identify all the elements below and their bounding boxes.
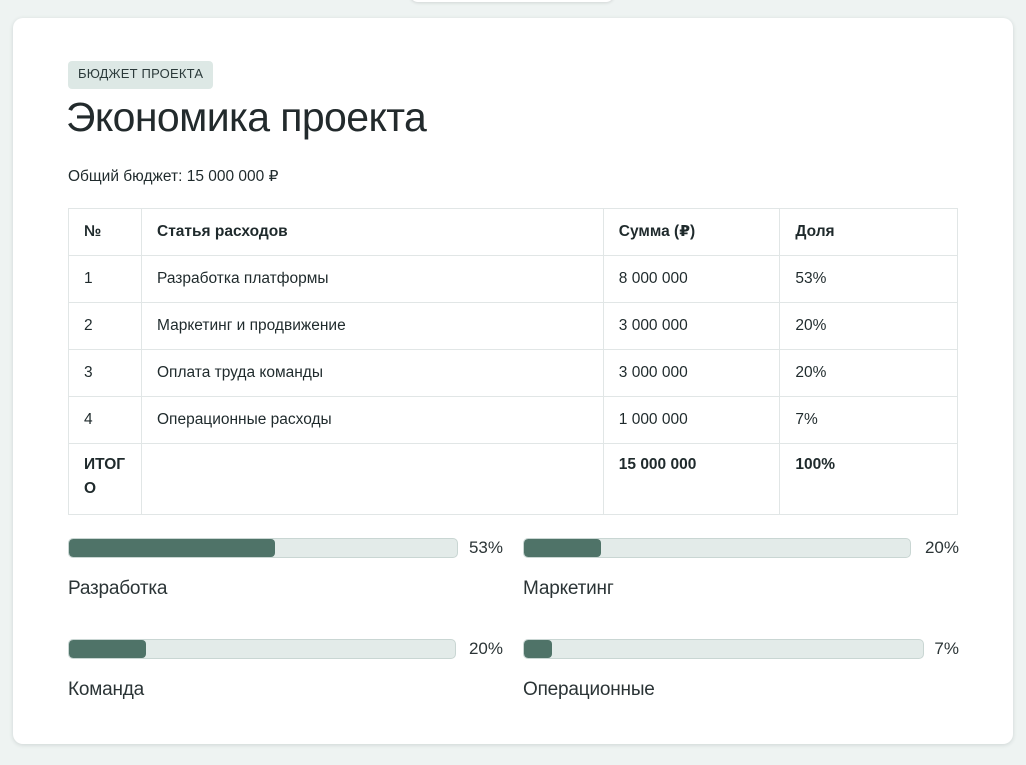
column-header-number: № [68, 208, 142, 256]
row-share: 20% [779, 349, 958, 397]
bar-percent: 20% [468, 639, 503, 658]
top-tab-edge [410, 0, 614, 2]
row-item: Оплата труда команды [141, 349, 604, 397]
row-sum: 3 000 000 [602, 302, 781, 350]
bar-fill [69, 539, 275, 557]
total-label: ИТОГО [84, 456, 126, 497]
bar-fill [524, 640, 552, 658]
row-sum: 1 000 000 [602, 396, 781, 444]
row-item: Операционные расходы [141, 396, 604, 444]
bar-track [523, 639, 924, 659]
bar-fill [69, 640, 147, 658]
budget-table: № Статья расходов Сумма (₽) Доля 1 Разра… [68, 208, 958, 515]
bar-marketing: 20% Маркетинг [523, 538, 959, 608]
row-share: 20% [779, 302, 958, 350]
page-title: Экономика проекта [66, 94, 427, 140]
row-share: 53% [779, 255, 958, 303]
bar-label: Разработка [68, 578, 168, 599]
bar-operations: 7% Операционные [523, 639, 959, 709]
budget-card: БЮДЖЕТ ПРОЕКТА Экономика проекта Общий б… [13, 18, 1013, 744]
row-share: 7% [779, 396, 958, 444]
row-number: 1 [68, 255, 142, 303]
bar-label: Маркетинг [523, 578, 614, 599]
total-row: ИТОГО 15 000 000 100% [68, 443, 958, 515]
table-row: 3 Оплата труда команды 3 000 000 20% [68, 349, 958, 397]
bar-percent: 20% [924, 538, 959, 557]
bar-team: 20% Команда [68, 639, 503, 709]
bar-label: Команда [68, 679, 145, 700]
row-sum: 3 000 000 [602, 349, 781, 397]
section-badge: БЮДЖЕТ ПРОЕКТА [68, 61, 214, 89]
bar-percent: 7% [934, 639, 959, 658]
total-sum: 15 000 000 [602, 443, 781, 515]
bar-percent: 53% [468, 538, 503, 557]
row-item: Маркетинг и продвижение [141, 302, 604, 350]
bar-track [68, 639, 456, 659]
row-item: Разработка платформы [141, 255, 604, 303]
column-header-share: Доля [779, 208, 958, 256]
total-label-cell: ИТОГО [68, 443, 142, 515]
total-share: 100% [779, 443, 958, 515]
bar-fill [524, 539, 602, 557]
table-row: 1 Разработка платформы 8 000 000 53% [68, 255, 958, 303]
table-row: 4 Операционные расходы 1 000 000 7% [68, 396, 958, 444]
total-budget-text: Общий бюджет: 15 000 000 ₽ [68, 168, 279, 185]
bar-label: Операционные [523, 679, 655, 700]
table-header-row: № Статья расходов Сумма (₽) Доля [68, 208, 958, 256]
row-number: 3 [68, 349, 142, 397]
row-number: 4 [68, 396, 142, 444]
bar-track [523, 538, 911, 558]
bar-development: 53% Разработка [68, 538, 503, 608]
bar-track [68, 538, 458, 558]
row-number: 2 [68, 302, 142, 350]
row-sum: 8 000 000 [602, 255, 781, 303]
table-row: 2 Маркетинг и продвижение 3 000 000 20% [68, 302, 958, 350]
total-empty-cell [141, 443, 604, 515]
column-header-sum: Сумма (₽) [602, 208, 781, 256]
column-header-item: Статья расходов [141, 208, 604, 256]
